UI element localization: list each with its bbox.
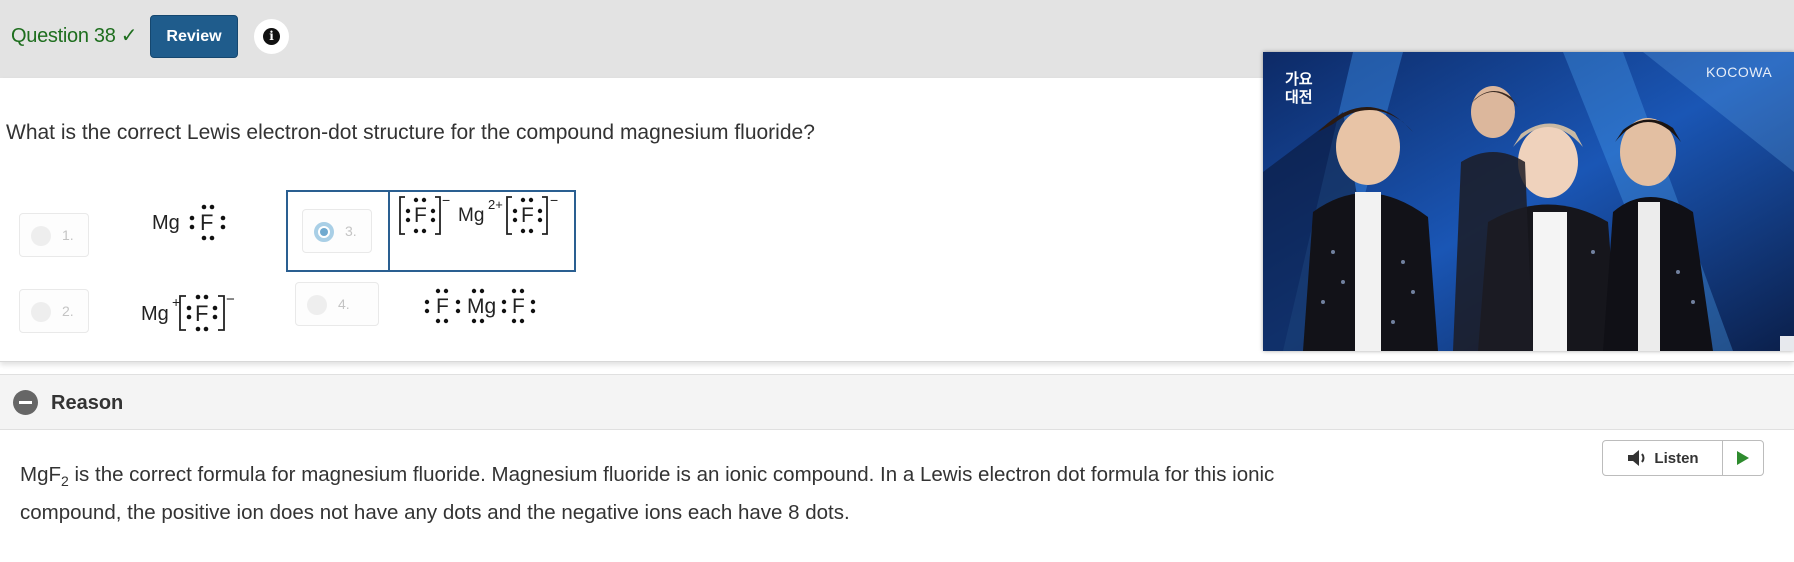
reason-header[interactable]: Reason — [0, 374, 1794, 430]
video-badge-line1: 가요 — [1285, 70, 1313, 88]
video-player[interactable]: 가요 대전 KOCOWA — [1263, 52, 1794, 351]
option-3-anion2-charge: − — [550, 192, 558, 208]
option-3-f2-text: F — [521, 204, 534, 227]
option-2-lewis-structure: Mg + F − — [141, 291, 235, 332]
option-3-lewis-structure: F − Mg 2+ F − — [399, 192, 558, 235]
option-3-anion1-charge: − — [442, 192, 450, 208]
option-1-f-text: F — [200, 210, 213, 235]
option-2-number: 2. — [62, 303, 74, 319]
option-2-choice[interactable]: 2. — [19, 289, 89, 333]
option-3-choice[interactable]: 3. — [302, 209, 372, 253]
option-2-f-text: F — [195, 301, 208, 326]
listen-control[interactable]: Listen — [1602, 440, 1764, 476]
option-1-lewis-structure: Mg F — [152, 204, 226, 241]
option-2-anion-charge: − — [226, 291, 235, 308]
option-3-cation-charge: 2+ — [488, 197, 503, 212]
video-badge-line2: 대전 — [1285, 88, 1313, 106]
listen-button[interactable]: Listen — [1603, 441, 1723, 475]
option-1-choice[interactable]: 1. — [19, 213, 89, 257]
reason-formula-subscript: 2 — [61, 473, 69, 490]
option-4-mg-text: Mg — [467, 295, 496, 318]
option-3-mg-text: Mg — [458, 205, 484, 226]
play-icon — [1737, 451, 1749, 465]
reason-text: MgF2 is the correct formula for magnesiu… — [20, 459, 1340, 529]
info-button[interactable]: i — [254, 19, 289, 54]
collapse-minus-icon[interactable] — [13, 390, 38, 415]
option-3-divider — [388, 192, 390, 270]
video-frame: 가요 대전 KOCOWA — [1263, 52, 1794, 351]
question-text: What is the correct Lewis electron-dot s… — [6, 121, 815, 144]
review-button[interactable]: Review — [150, 15, 238, 58]
option-4-choice[interactable]: 4. — [295, 282, 379, 326]
play-button[interactable] — [1723, 441, 1763, 475]
option-3-f1-text: F — [414, 204, 427, 227]
question-number-label: Question 38 ✓ — [11, 25, 138, 47]
option-4-f2-text: F — [512, 295, 525, 318]
option-2-mg-text: Mg — [141, 303, 169, 325]
option-3-number: 3. — [345, 223, 357, 239]
option-1-radio[interactable] — [31, 226, 51, 246]
listen-label: Listen — [1654, 449, 1699, 467]
option-4-lewis-structure: F Mg F — [424, 288, 536, 324]
option-4-f1-text: F — [436, 295, 449, 318]
reason-title: Reason — [51, 392, 124, 414]
option-4-radio[interactable] — [307, 295, 327, 315]
option-1-mg-text: Mg — [152, 212, 180, 234]
info-icon: i — [263, 28, 280, 45]
reason-explanation: is the correct formula for magnesium flu… — [20, 463, 1275, 525]
option-3-radio-selected[interactable] — [314, 222, 334, 242]
reason-formula-base: MgF — [20, 463, 61, 486]
option-2-charge: + — [172, 294, 180, 310]
option-4-number: 4. — [338, 296, 350, 312]
video-watermark: KOCOWA — [1706, 64, 1772, 80]
speaker-icon — [1628, 450, 1645, 466]
option-1-number: 1. — [62, 227, 74, 243]
option-2-radio[interactable] — [31, 302, 51, 322]
